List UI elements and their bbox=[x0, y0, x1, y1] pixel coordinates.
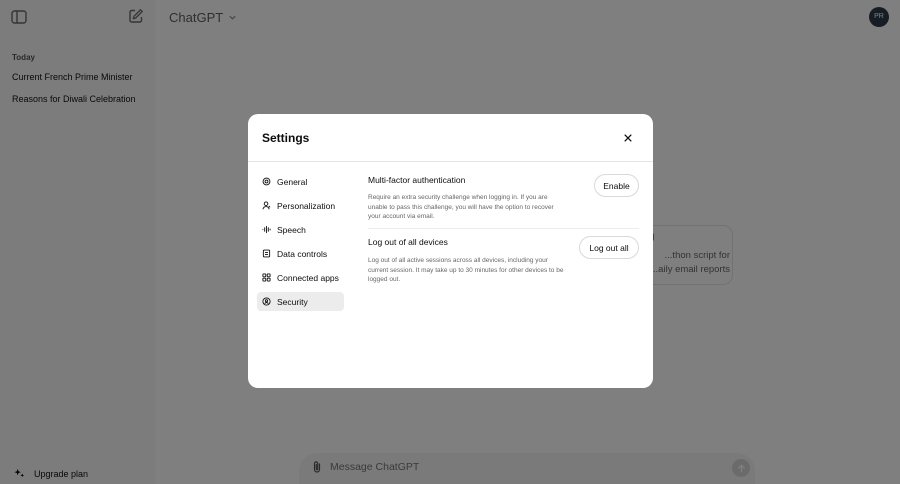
person-icon bbox=[262, 201, 271, 210]
close-button[interactable] bbox=[622, 132, 634, 144]
nav-item-general[interactable]: General bbox=[257, 172, 344, 191]
settings-dialog: Settings General Personalization Speech … bbox=[248, 114, 653, 388]
nav-label: Security bbox=[277, 296, 308, 307]
nav-item-connected-apps[interactable]: Connected apps bbox=[257, 268, 344, 287]
divider bbox=[368, 228, 639, 229]
settings-nav: General Personalization Speech Data cont… bbox=[257, 172, 344, 316]
nav-item-data-controls[interactable]: Data controls bbox=[257, 244, 344, 263]
mfa-description: Require an extra security challenge when… bbox=[368, 194, 554, 221]
nav-item-security[interactable]: Security bbox=[257, 292, 344, 311]
nav-item-personalization[interactable]: Personalization bbox=[257, 196, 344, 215]
gear-icon bbox=[262, 177, 271, 186]
logout-title: Log out of all devices bbox=[368, 237, 448, 247]
nav-label: General bbox=[277, 176, 308, 187]
nav-label: Data controls bbox=[277, 248, 328, 259]
mfa-title: Multi-factor authentication bbox=[368, 175, 466, 185]
close-icon bbox=[624, 134, 632, 142]
grid-icon bbox=[262, 273, 271, 282]
nav-label: Connected apps bbox=[277, 272, 339, 283]
nav-item-speech[interactable]: Speech bbox=[257, 220, 344, 239]
nav-label: Personalization bbox=[277, 200, 336, 211]
dialog-title: Settings bbox=[262, 131, 310, 145]
divider bbox=[248, 161, 653, 162]
nav-label: Speech bbox=[277, 224, 306, 235]
enable-mfa-button[interactable]: Enable bbox=[594, 174, 639, 197]
data-icon bbox=[262, 249, 271, 258]
waveform-icon bbox=[262, 225, 271, 234]
lock-icon bbox=[262, 297, 271, 306]
logout-description: Log out of all active sessions across al… bbox=[368, 257, 564, 284]
log-out-all-button[interactable]: Log out all bbox=[579, 236, 639, 259]
